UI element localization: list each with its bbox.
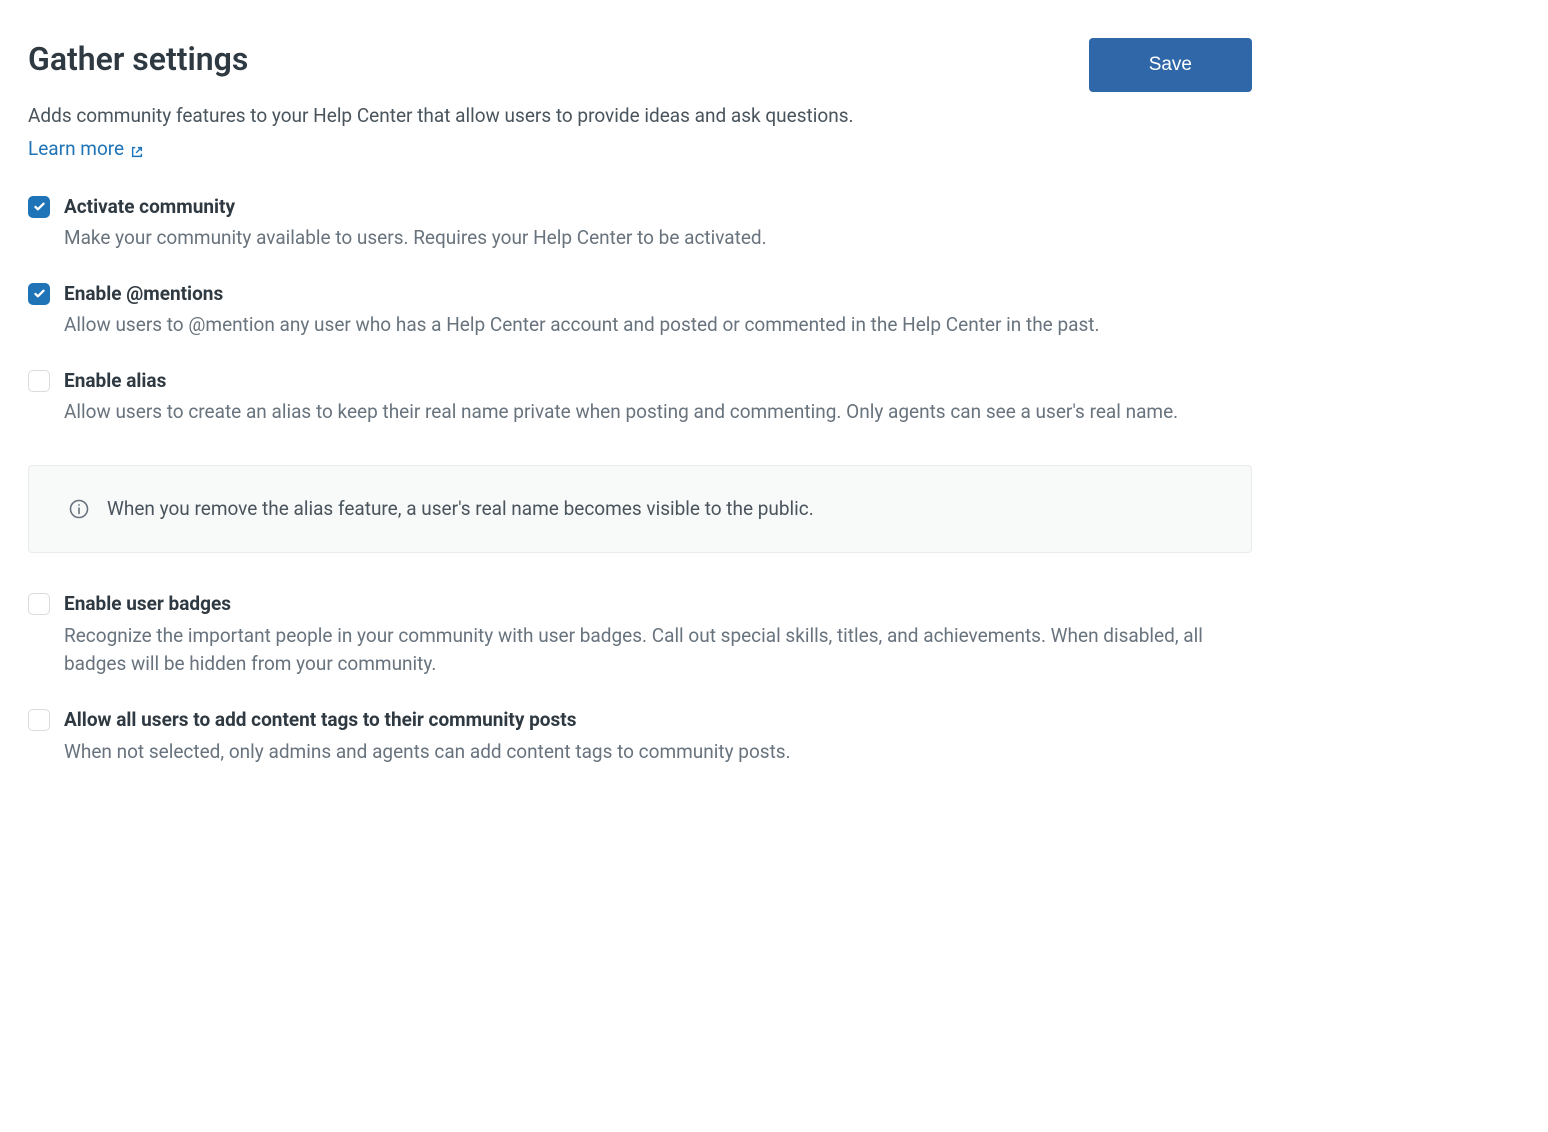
- learn-more-label: Learn more: [28, 137, 124, 160]
- setting-activate-community: Activate community Make your community a…: [28, 194, 1252, 253]
- learn-more-link[interactable]: Learn more: [28, 137, 144, 160]
- enable-badges-title: Enable user badges: [64, 591, 1252, 618]
- enable-alias-title: Enable alias: [64, 368, 1252, 395]
- activate-community-checkbox[interactable]: [28, 196, 50, 218]
- setting-enable-badges: Enable user badges Recognize the importa…: [28, 591, 1252, 679]
- settings-list: Activate community Make your community a…: [28, 194, 1252, 767]
- page-title: Gather settings: [28, 40, 248, 78]
- enable-mentions-desc: Allow users to @mention any user who has…: [64, 311, 1252, 340]
- enable-alias-desc: Allow users to create an alias to keep t…: [64, 398, 1252, 427]
- setting-allow-tags: Allow all users to add content tags to t…: [28, 707, 1252, 766]
- allow-tags-checkbox[interactable]: [28, 709, 50, 731]
- setting-enable-mentions: Enable @mentions Allow users to @mention…: [28, 281, 1252, 340]
- setting-enable-alias: Enable alias Allow users to create an al…: [28, 368, 1252, 427]
- save-button[interactable]: Save: [1089, 38, 1252, 92]
- enable-badges-desc: Recognize the important people in your c…: [64, 622, 1252, 679]
- allow-tags-desc: When not selected, only admins and agent…: [64, 738, 1252, 767]
- enable-mentions-checkbox[interactable]: [28, 283, 50, 305]
- page-subtitle: Adds community features to your Help Cen…: [28, 102, 1252, 131]
- checkmark-icon: [33, 200, 46, 213]
- checkmark-icon: [33, 287, 46, 300]
- alias-info-text: When you remove the alias feature, a use…: [107, 496, 814, 523]
- activate-community-desc: Make your community available to users. …: [64, 224, 1252, 253]
- alias-info-box: When you remove the alias feature, a use…: [28, 465, 1252, 554]
- enable-mentions-title: Enable @mentions: [64, 281, 1252, 308]
- enable-alias-checkbox[interactable]: [28, 370, 50, 392]
- activate-community-title: Activate community: [64, 194, 1252, 221]
- allow-tags-title: Allow all users to add content tags to t…: [64, 707, 1252, 734]
- external-link-icon: [130, 141, 144, 155]
- enable-badges-checkbox[interactable]: [28, 593, 50, 615]
- info-icon: [69, 499, 89, 519]
